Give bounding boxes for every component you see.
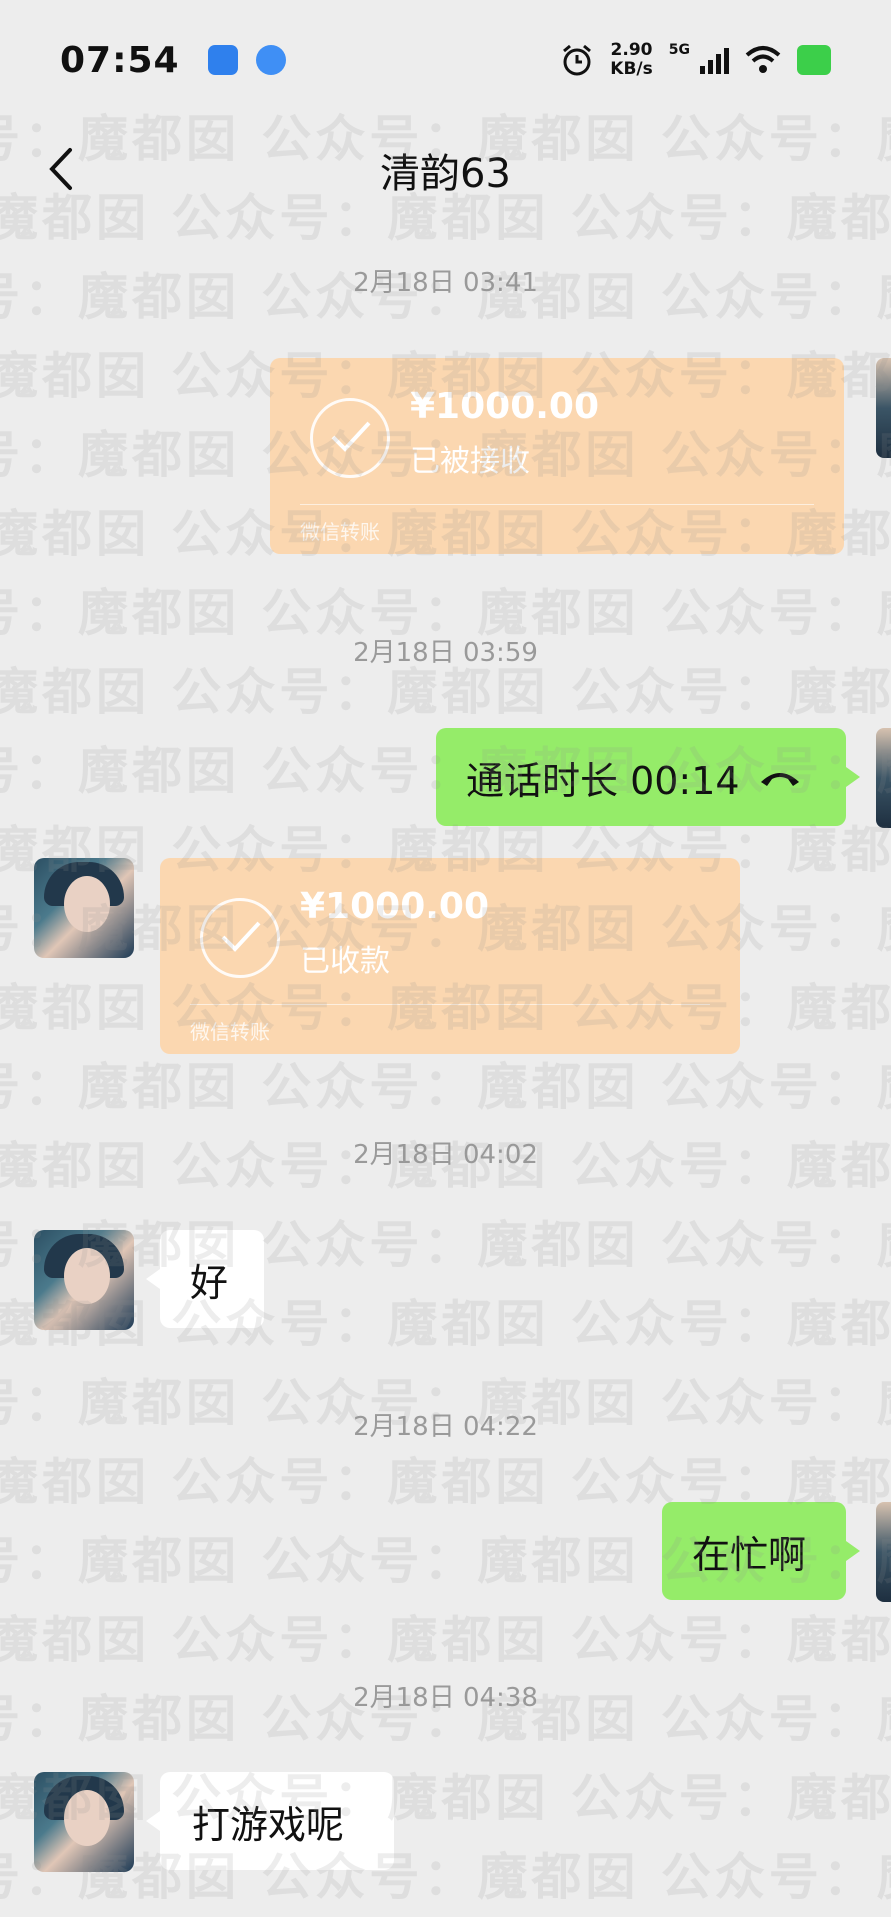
status-time: 07:54: [60, 39, 180, 81]
status-bar: 07:54 2.90 KB/s 5G: [0, 0, 891, 120]
chat-header: 清韵63: [0, 120, 891, 220]
message-timestamp: 2月18日 04:22: [353, 1412, 538, 1442]
check-circle-icon: [310, 398, 390, 478]
message-timestamp: 2月18日 03:41: [353, 268, 538, 298]
network-type: 5G: [668, 42, 690, 58]
self-avatar[interactable]: [876, 728, 891, 828]
status-right: 2.90 KB/s 5G: [560, 41, 831, 79]
transfer-divider: [190, 1004, 710, 1005]
contact-avatar[interactable]: [34, 1230, 134, 1330]
transfer-divider: [300, 504, 814, 505]
message-timestamp: 2月18日 04:38: [353, 1683, 538, 1713]
battery-icon: [797, 45, 831, 75]
sent-message-bubble[interactable]: 在忙啊: [662, 1502, 860, 1600]
transfer-card-sent[interactable]: ¥1000.00 已被接收 微信转账: [270, 358, 844, 554]
watermark-text: 号：魔都囡 公众号：魔都囡 公众号：魔都囡 公众号：魔都囡: [0, 1058, 891, 1116]
check-circle-icon: [200, 898, 280, 978]
signal-icon: [700, 46, 729, 74]
alarm-icon: [563, 44, 592, 76]
message-text: 在忙啊: [692, 1532, 807, 1577]
contact-avatar[interactable]: [34, 1772, 134, 1872]
app-notification-icon: [255, 45, 286, 75]
message-text: 打游戏呢: [192, 1802, 345, 1847]
received-message-bubble[interactable]: 打游戏呢: [146, 1772, 394, 1870]
transfer-amount: ¥1000.00: [300, 886, 490, 927]
net-speed-unit: KB/s: [610, 59, 653, 79]
message-text: 好: [190, 1260, 229, 1305]
app-notification-icon: [207, 45, 238, 75]
message-timestamp: 2月18日 04:02: [353, 1140, 538, 1170]
contact-avatar[interactable]: [34, 858, 134, 958]
transfer-footer: 微信转账: [190, 1020, 270, 1044]
net-speed-value: 2.90: [610, 40, 653, 60]
transfer-card-received[interactable]: ¥1000.00 已收款 微信转账: [160, 858, 740, 1054]
watermark-text: 号：魔都囡 公众号：魔都囡 公众号：魔都囡 公众号：魔都囡: [0, 1611, 891, 1669]
back-arrow-icon[interactable]: [42, 146, 82, 192]
message-timestamp: 2月18日 03:59: [353, 638, 538, 668]
phone-hangup-icon: [760, 773, 799, 786]
transfer-amount: ¥1000.00: [410, 386, 600, 427]
received-message-bubble[interactable]: 好: [146, 1230, 264, 1328]
chat-title: 清韵63: [380, 151, 511, 197]
self-avatar[interactable]: [876, 358, 891, 458]
chat-screen: 07:54 2.90 KB/s 5G 清韵63 2月18日 03:41 ¥100…: [0, 0, 891, 1906]
transfer-status: 已被接收: [410, 444, 530, 479]
transfer-footer: 微信转账: [300, 520, 380, 544]
self-avatar[interactable]: [876, 1502, 891, 1602]
call-record-bubble[interactable]: 通话时长 00:14: [436, 728, 860, 826]
transfer-status: 已收款: [300, 944, 390, 979]
call-duration-text: 通话时长 00:14: [466, 758, 740, 803]
wifi-icon: [745, 46, 781, 73]
notification-icons: [207, 45, 286, 75]
net-speed: 2.90 KB/s: [610, 41, 652, 79]
